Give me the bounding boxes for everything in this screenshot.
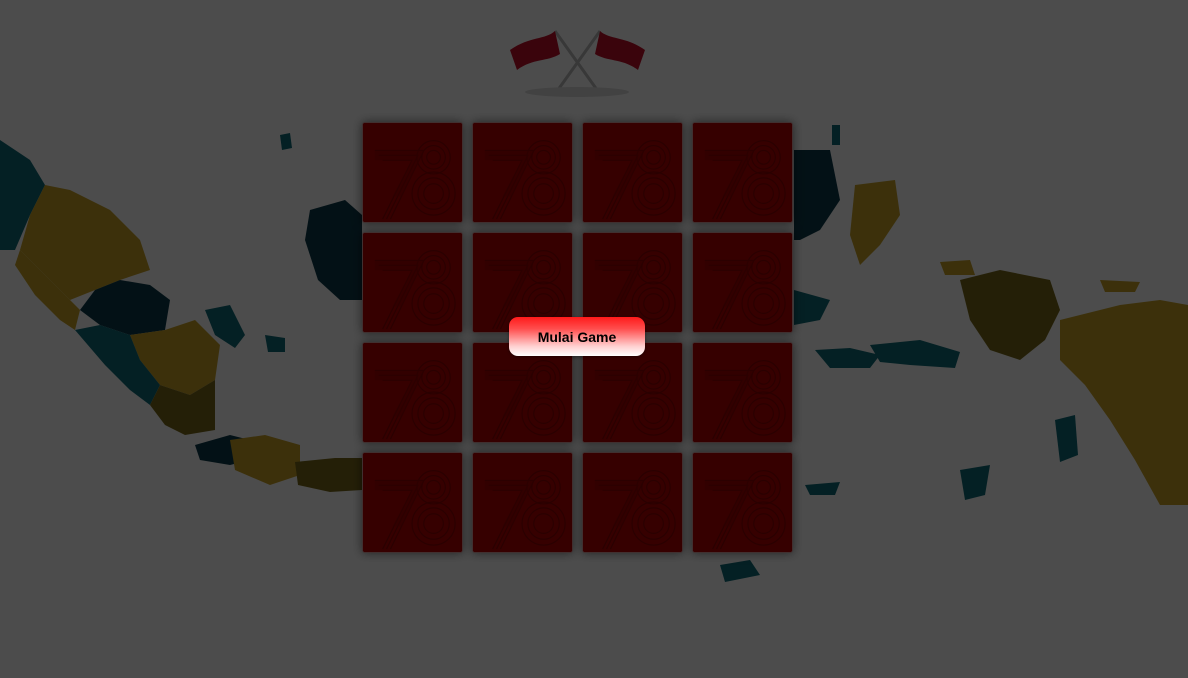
start-game-button[interactable]: Mulai Game	[509, 317, 645, 356]
game-screen: Mulai Game	[0, 0, 1188, 678]
